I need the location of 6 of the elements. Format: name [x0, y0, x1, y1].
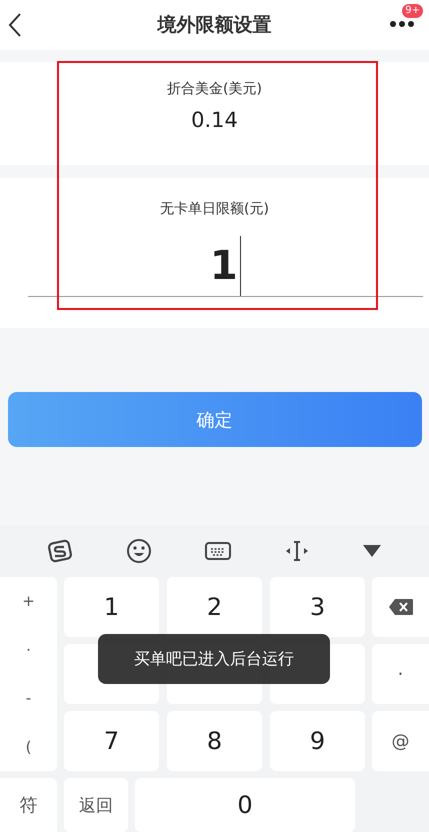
notification-badge: 9+: [402, 4, 423, 18]
field-label: 折合美金(美元): [167, 80, 262, 98]
background-toast: 买单吧已进入后台运行: [98, 634, 330, 684]
field-label: 无卡单日限额(元): [160, 200, 269, 218]
page-title: 境外限额设置: [158, 13, 272, 38]
usd-amount: 0.14: [191, 108, 238, 132]
